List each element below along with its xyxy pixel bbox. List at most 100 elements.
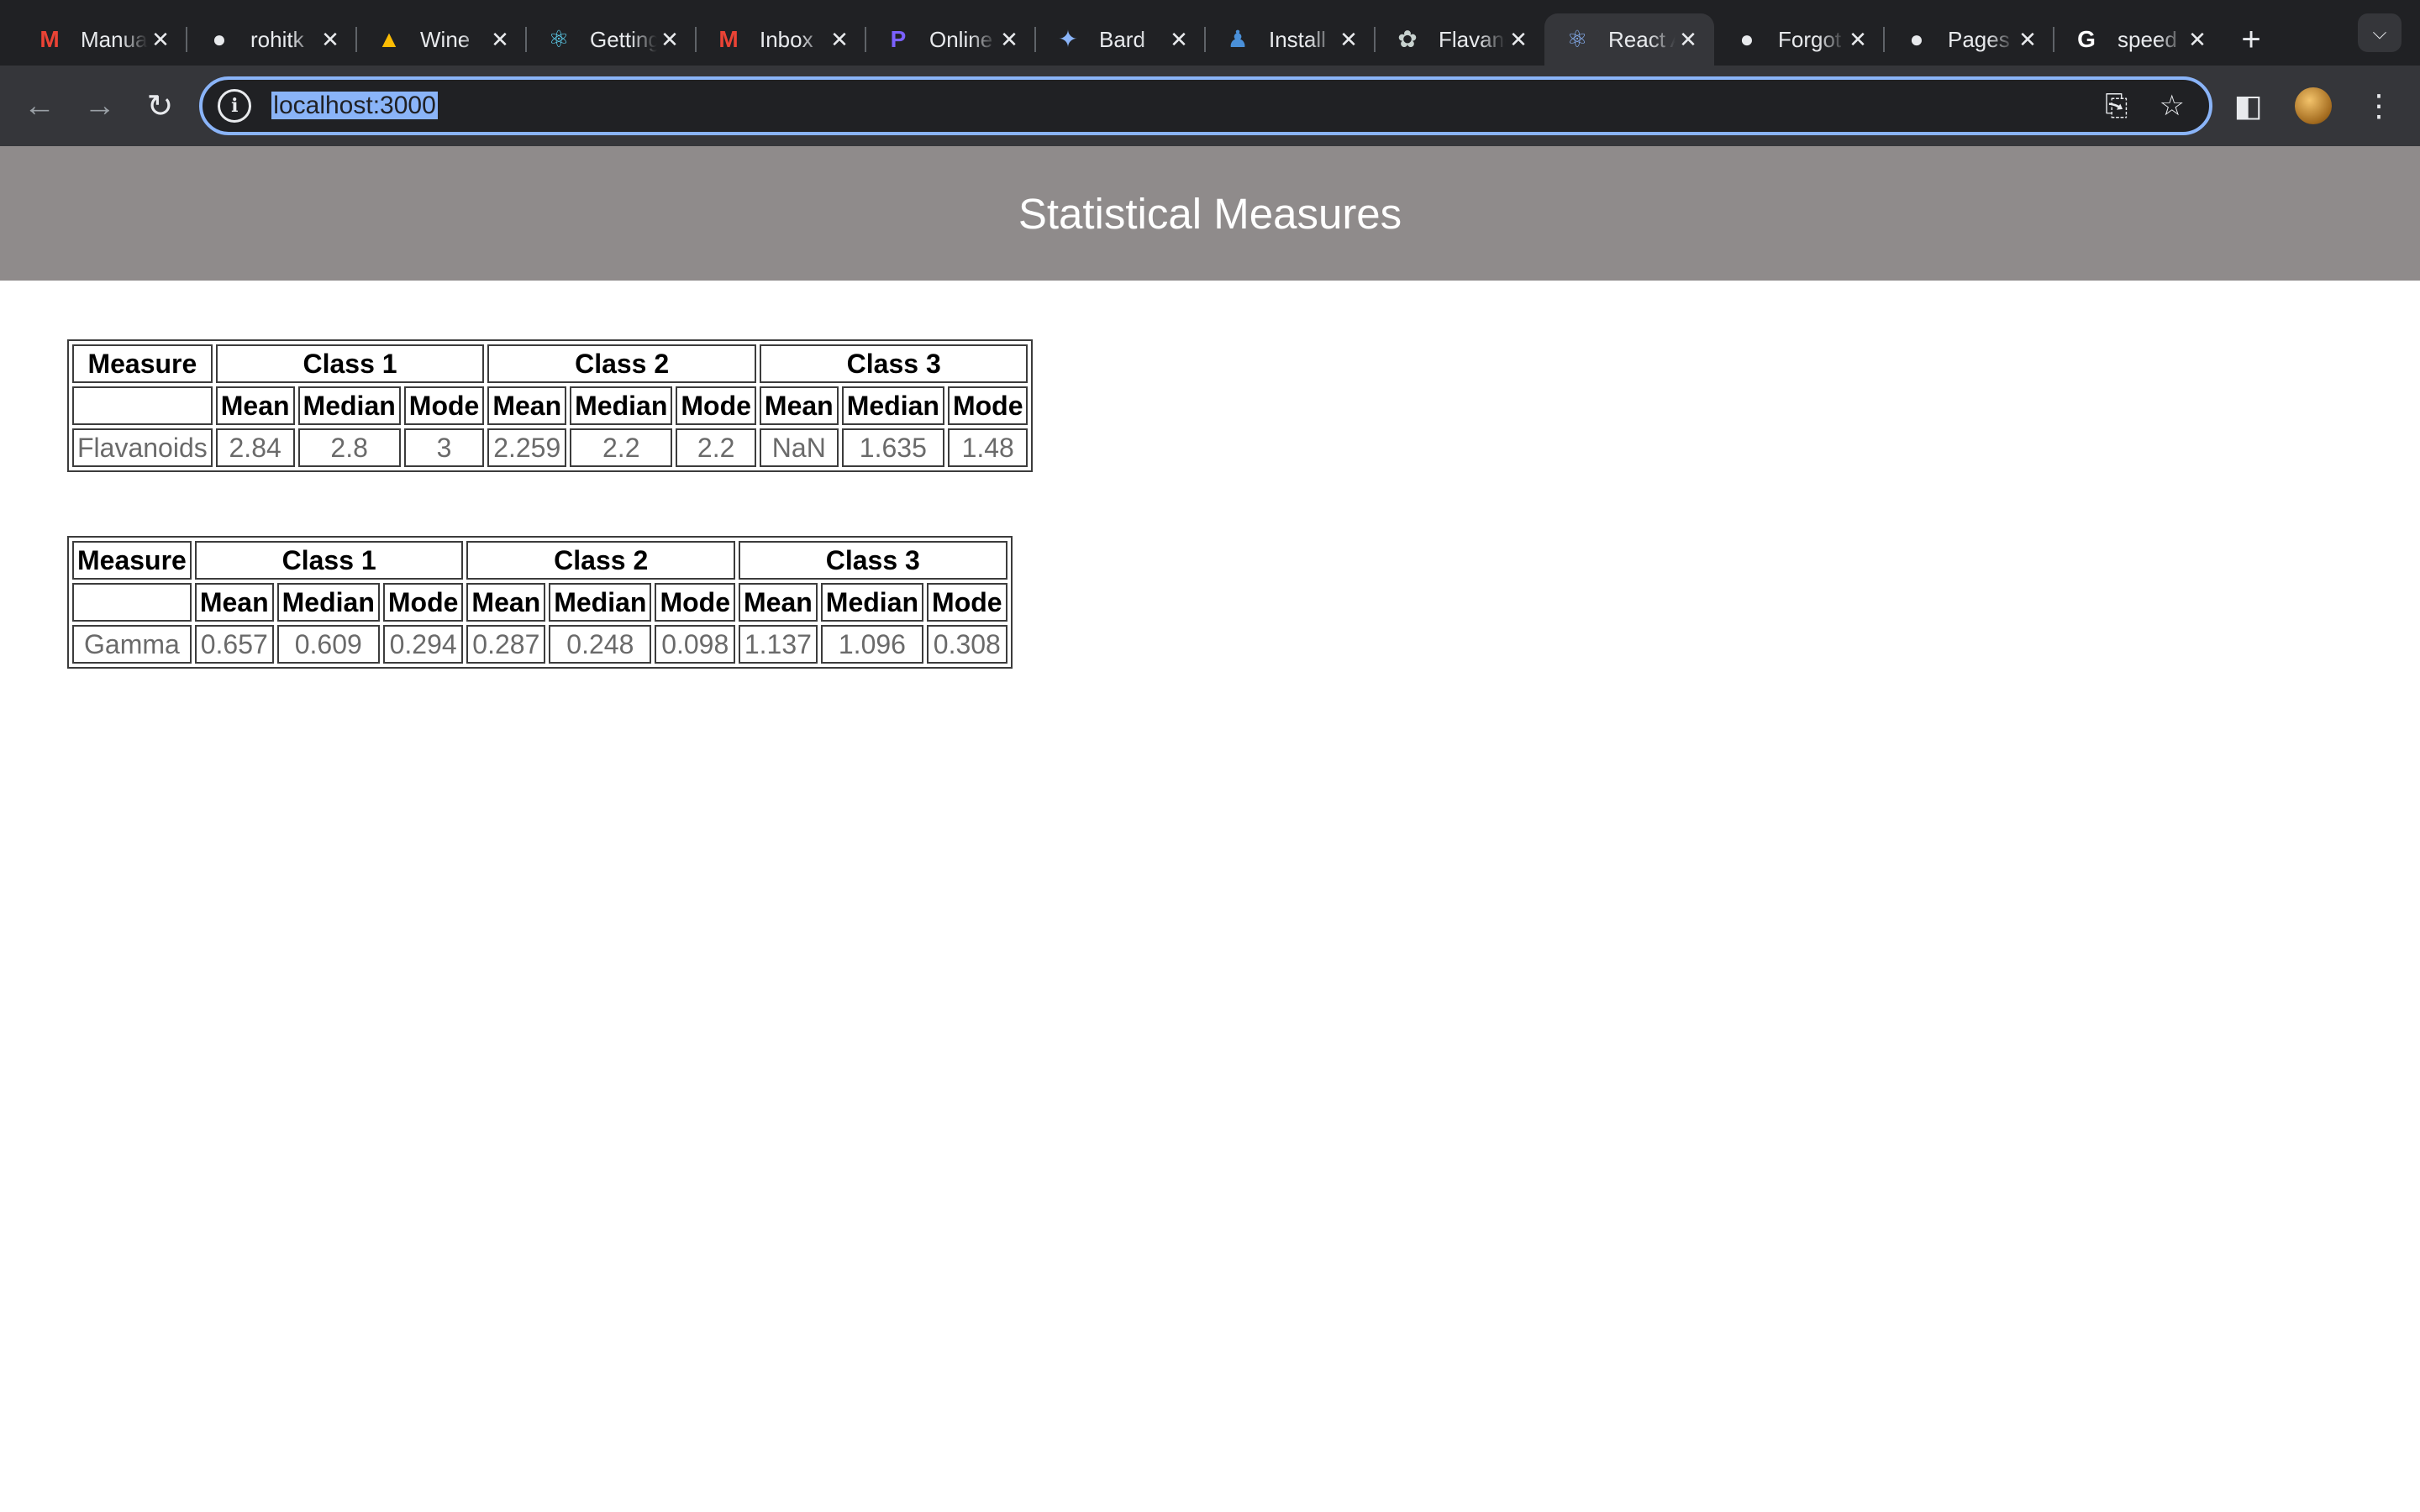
subheader-cell: Median <box>549 583 652 622</box>
table-cell: 2.2 <box>570 428 673 467</box>
subheader-cell: Mode <box>655 583 735 622</box>
close-icon[interactable]: ✕ <box>1506 27 1531 52</box>
subheader-cell: Mode <box>382 583 464 622</box>
close-icon[interactable]: ✕ <box>1845 27 1870 52</box>
back-button[interactable]: ← <box>12 78 67 134</box>
tab-title: Flavanoids <box>1439 26 1506 52</box>
tab-list: M Manual ✕ ● rohitk ✕ ▲ Wine ✕ ⚛ Getting ✕ M Inbox ✕ P O… <box>17 0 2223 66</box>
table-cell: 0.657 <box>194 625 274 664</box>
browser-tab[interactable]: M Manual ✕ <box>17 13 187 66</box>
table-cell: Flavanoids <box>72 428 213 467</box>
browser-toolbar: ← → ↻ i localhost:3000 ⎘ ☆ ◧ ⋮ <box>0 66 2420 146</box>
chevron-down-icon: ⌵ <box>2372 22 2387 43</box>
install-app-button[interactable]: ⎘ <box>2093 82 2140 129</box>
subheader-cell: Mean <box>466 583 546 622</box>
gmail-icon: M <box>718 26 739 52</box>
browser-tab[interactable]: ▲ Wine ✕ <box>355 13 526 66</box>
tab-title: Online <box>929 26 993 52</box>
table-row: Gamma 0.657 0.609 0.294 0.287 0.248 0.098 1.137… <box>72 625 1007 664</box>
table-row: Flavanoids 2.84 2.8 3 2.259 2.2 2.2 NaN 1.635 1.4… <box>72 428 1028 467</box>
github-icon: ● <box>1739 26 1754 52</box>
bard-sparkle-icon: ✦ <box>1058 26 1078 52</box>
subheader-cell: Median <box>297 386 401 425</box>
header-cell: Measure <box>72 344 213 383</box>
side-panel-button[interactable]: ◧ <box>2219 78 2278 134</box>
new-tab-button[interactable]: + <box>2230 18 2272 60</box>
table-cell: 2.2 <box>676 428 756 467</box>
subheader-cell: Mode <box>927 583 1007 622</box>
browser-chrome: M Manual ✕ ● rohitk ✕ ▲ Wine ✕ ⚛ Getting ✕ M Inbox ✕ P O… <box>0 0 2420 146</box>
browser-tab[interactable]: ● Forgot ✕ <box>1714 13 1884 66</box>
tab-title: Wine <box>420 26 471 52</box>
subheader-cell: Mode <box>947 386 1028 425</box>
header-cell: Class 3 <box>739 541 1007 580</box>
tab-title: Getting <box>590 26 657 52</box>
site-info-icon[interactable]: i <box>218 89 252 123</box>
menu-button[interactable]: ⋮ <box>2349 78 2408 134</box>
subheader-cell: Mean <box>215 386 295 425</box>
browser-tab[interactable]: ⚛ React App✕ <box>1544 13 1714 66</box>
table-cell: 0.098 <box>655 625 735 664</box>
browser-tab[interactable]: ✿ Flavanoids✕ <box>1374 13 1544 66</box>
page-title: Statistical Measures <box>1018 189 1402 238</box>
url-text[interactable]: localhost:3000 <box>271 92 2084 120</box>
browser-tab[interactable]: ● rohitk ✕ <box>186 13 356 66</box>
browser-tab[interactable]: ⚛ Getting ✕ <box>525 13 696 66</box>
tab-title: Forgot <box>1778 26 1842 52</box>
close-icon[interactable]: ✕ <box>318 27 343 52</box>
tab-title: Inbox <box>760 26 813 52</box>
table-cell: 0.609 <box>276 625 380 664</box>
close-icon[interactable]: ✕ <box>148 27 173 52</box>
subheader-cell: Median <box>841 386 944 425</box>
close-icon[interactable]: ✕ <box>2185 27 2210 52</box>
header-cell: Measure <box>72 541 192 580</box>
close-icon[interactable]: ✕ <box>487 27 513 52</box>
profile-button[interactable] <box>2285 78 2344 134</box>
browser-tab[interactable]: M Inbox ✕ <box>695 13 865 66</box>
tab-title: speed <box>2118 26 2177 52</box>
browser-tab[interactable]: ● Pages ✕ <box>1883 13 2054 66</box>
tab-title: React App <box>1608 26 1676 52</box>
bookmark-button[interactable]: ☆ <box>2149 82 2196 129</box>
browser-tab[interactable]: P Online ✕ <box>865 13 1035 66</box>
subheader-cell: Median <box>276 583 380 622</box>
statistics-table: Measure Class 1 Class 2 Class 3 Mean Median Mo… <box>67 536 1013 669</box>
reload-button[interactable]: ↻ <box>133 78 188 134</box>
browser-tab[interactable]: ♟ Install ✕ <box>1204 13 1375 66</box>
close-icon[interactable]: ✕ <box>1676 27 1701 52</box>
header-cell: Class 1 <box>215 344 485 383</box>
subheader-cell: Mean <box>194 583 274 622</box>
table-cell: 2.84 <box>215 428 295 467</box>
payment-icon: P <box>890 26 907 52</box>
tab-search-button[interactable]: ⌵ <box>2358 13 2402 52</box>
table-cell: 1.096 <box>820 625 924 664</box>
tables-container: Measure Class 1 Class 2 Class 3 Mean Median Mo… <box>0 281 2420 669</box>
react-icon: ⚛ <box>1566 26 1588 52</box>
forward-button[interactable]: → <box>72 78 128 134</box>
header-cell: Class 2 <box>466 541 735 580</box>
subheader-cell: Mean <box>487 386 567 425</box>
address-bar[interactable]: i localhost:3000 ⎘ ☆ <box>199 76 2212 135</box>
tab-title: Install <box>1269 26 1326 52</box>
close-icon[interactable]: ✕ <box>657 27 682 52</box>
close-icon[interactable]: ✕ <box>997 27 1022 52</box>
browser-tab[interactable]: Gspeed ✕ <box>2053 13 2223 66</box>
tab-title: Bard <box>1099 26 1145 52</box>
arrow-left-icon: ← <box>23 87 55 123</box>
table-header-row: Measure Class 1 Class 2 Class 3 <box>72 541 1007 580</box>
subheader-cell <box>72 583 192 622</box>
header-cell: Class 1 <box>194 541 464 580</box>
close-icon[interactable]: ✕ <box>1336 27 1361 52</box>
browser-tab[interactable]: ✦ Bard ✕ <box>1034 13 1205 66</box>
more-vert-icon: ⋮ <box>2364 88 2395 123</box>
close-icon[interactable]: ✕ <box>1166 27 1192 52</box>
subheader-cell: Median <box>570 386 673 425</box>
page-content: Statistical Measures Measure Class 1 Class… <box>0 146 2420 1512</box>
close-icon[interactable]: ✕ <box>2015 27 2040 52</box>
table-cell: 3 <box>403 428 485 467</box>
close-icon[interactable]: ✕ <box>827 27 852 52</box>
gmail-icon: M <box>39 26 60 52</box>
table-cell: 2.259 <box>487 428 567 467</box>
statistics-table: Measure Class 1 Class 2 Class 3 Mean Median Mo… <box>67 339 1034 472</box>
subheader-cell: Mean <box>759 386 839 425</box>
